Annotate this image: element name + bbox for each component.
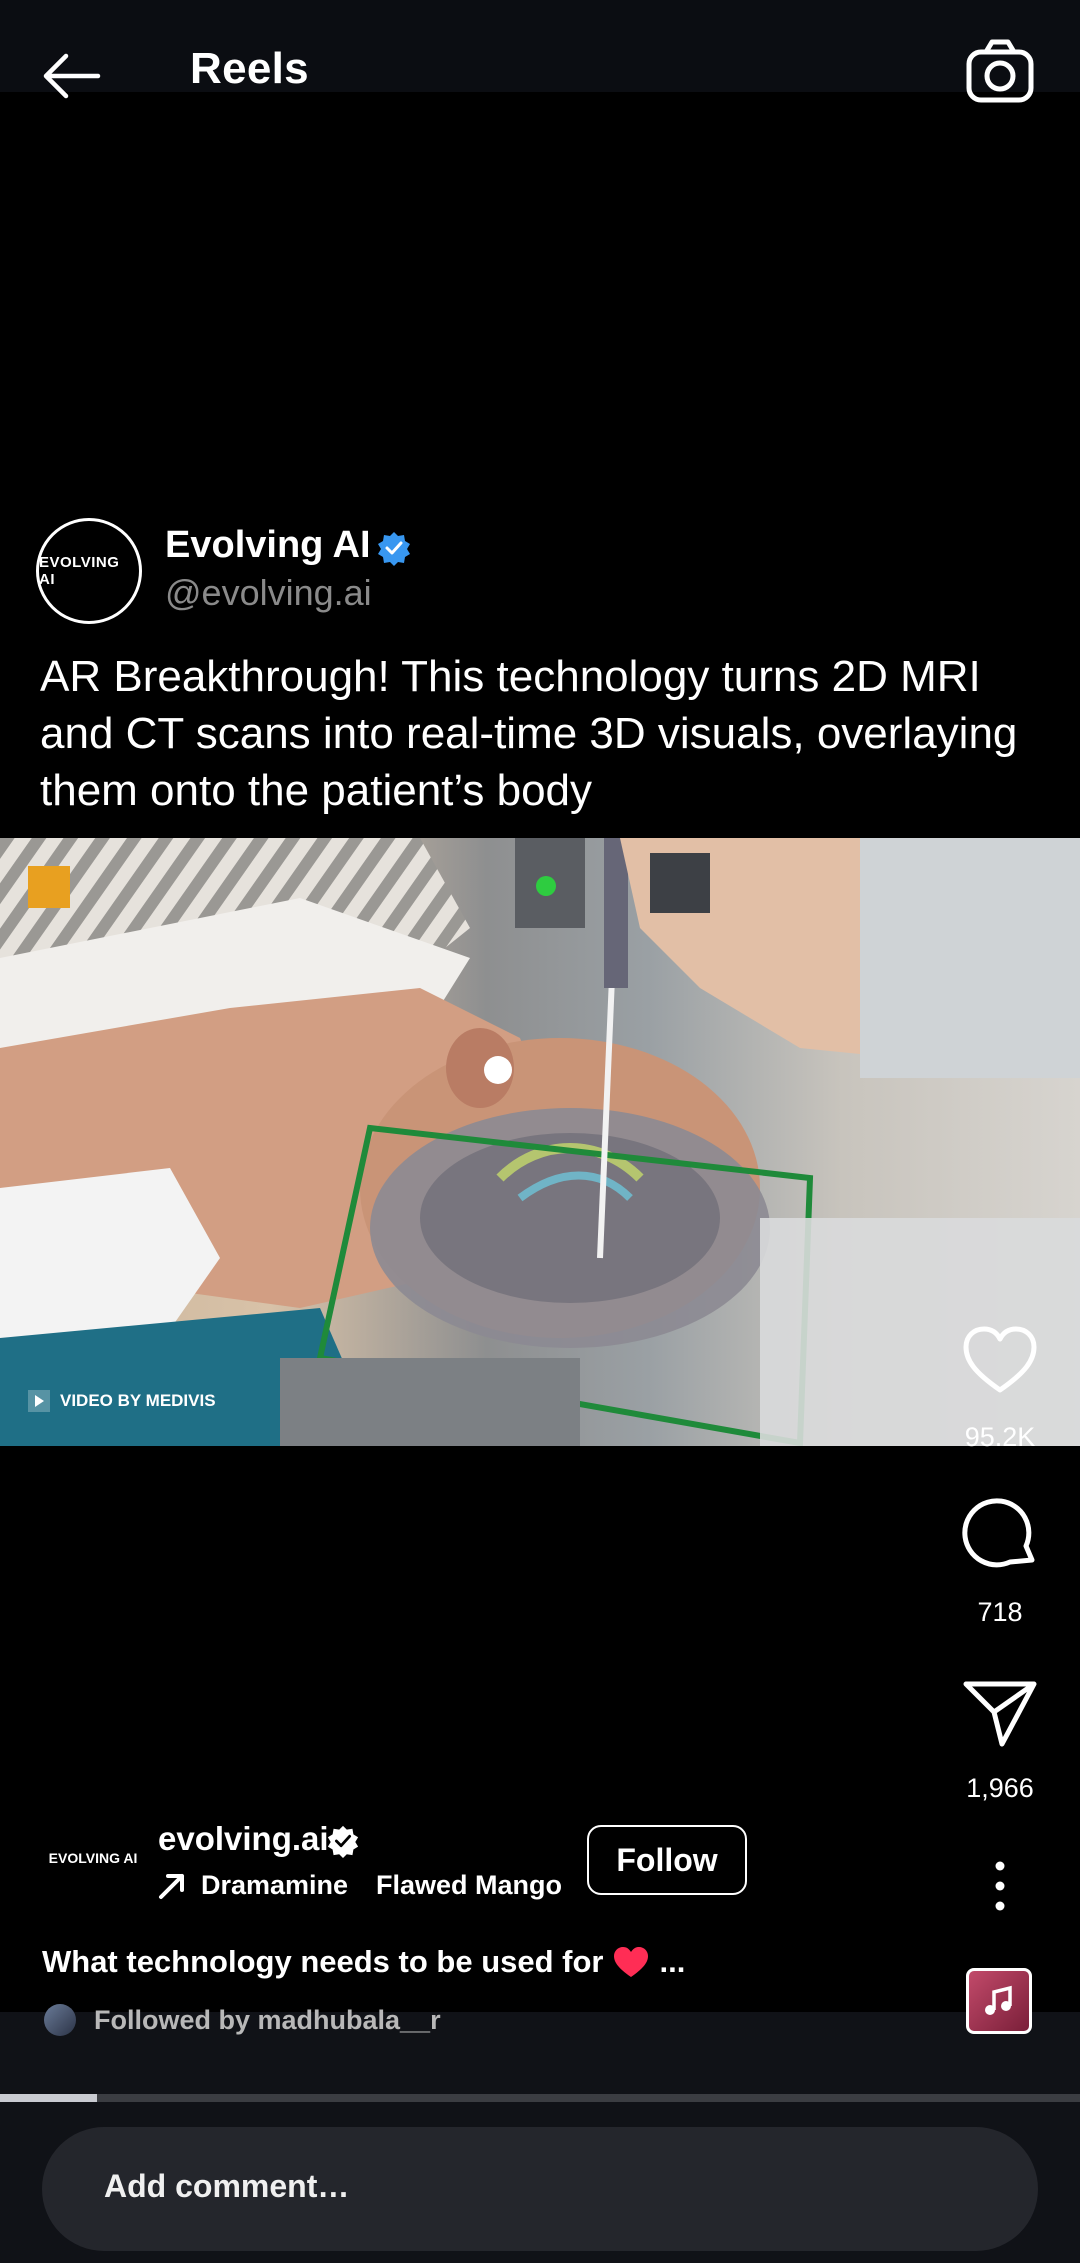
post-account-name[interactable]: Evolving AI: [165, 524, 371, 567]
red-heart-icon: [614, 1947, 649, 1977]
arrow-left-icon: [43, 53, 101, 99]
more-options-button[interactable]: [985, 1858, 1015, 1914]
reel-caption-text: What technology needs to be used for: [42, 1944, 604, 1979]
reel-caption[interactable]: What technology needs to be used for ...: [42, 1944, 685, 1980]
reel-video[interactable]: [0, 838, 1080, 1446]
audio-track[interactable]: Flawed Mango: [376, 1870, 562, 1901]
music-note-icon: [985, 1985, 1012, 2015]
post-caption: AR Breakthrough! This technology turns 2…: [40, 652, 1018, 815]
reel-username[interactable]: evolving.ai: [158, 1820, 329, 1858]
video-credit: VIDEO BY MEDIVIS: [28, 1390, 216, 1412]
more-vertical-icon: [995, 1861, 1005, 1911]
post-avatar[interactable]: EVOLVING AI: [36, 518, 142, 624]
avatar-logo: EVOLVING AI: [39, 554, 120, 588]
comment-count: 718: [977, 1597, 1023, 1627]
video-frame: [0, 838, 1080, 1446]
play-icon: [28, 1390, 50, 1412]
video-credit-label: VIDEO BY MEDIVIS: [60, 1391, 216, 1410]
verified-badge-icon: [376, 530, 412, 566]
top-bar: [0, 0, 1080, 92]
camera-button[interactable]: [964, 36, 1036, 108]
comment-icon: [962, 1498, 1035, 1568]
verified-badge-icon: [326, 1824, 360, 1858]
trending-arrow-icon: [156, 1870, 188, 1902]
reel-avatar[interactable]: EVOLVING AI: [40, 1838, 146, 1878]
share-button[interactable]: [960, 1674, 1040, 1754]
follower-avatar: [44, 2004, 76, 2036]
like-button[interactable]: [960, 1320, 1040, 1400]
post-handle: @evolving.ai: [165, 572, 372, 613]
followed-by-text: Followed by madhubala__r: [94, 2004, 441, 2035]
like-count: 95.2K: [964, 1422, 1036, 1452]
progress-track[interactable]: [0, 2094, 1080, 2102]
camera-icon: [966, 39, 1034, 103]
comment-button[interactable]: [960, 1496, 1040, 1576]
avatar-logo: EVOLVING AI: [48, 1850, 138, 1866]
followed-by-row[interactable]: Followed by madhubala__r: [44, 2004, 441, 2036]
audio-artist[interactable]: Dramamine: [201, 1870, 348, 1901]
send-icon: [963, 1681, 1037, 1747]
comment-input[interactable]: Add comment…: [104, 2168, 349, 2205]
page-title: Reels: [190, 44, 309, 93]
follow-button[interactable]: Follow: [587, 1825, 747, 1895]
progress-fill: [0, 2094, 97, 2102]
heart-icon: [963, 1326, 1037, 1393]
audio-thumbnail[interactable]: [966, 1968, 1032, 2034]
caption-more[interactable]: ...: [659, 1944, 685, 1980]
share-count: 1,966: [966, 1773, 1034, 1803]
back-button[interactable]: [38, 40, 108, 110]
